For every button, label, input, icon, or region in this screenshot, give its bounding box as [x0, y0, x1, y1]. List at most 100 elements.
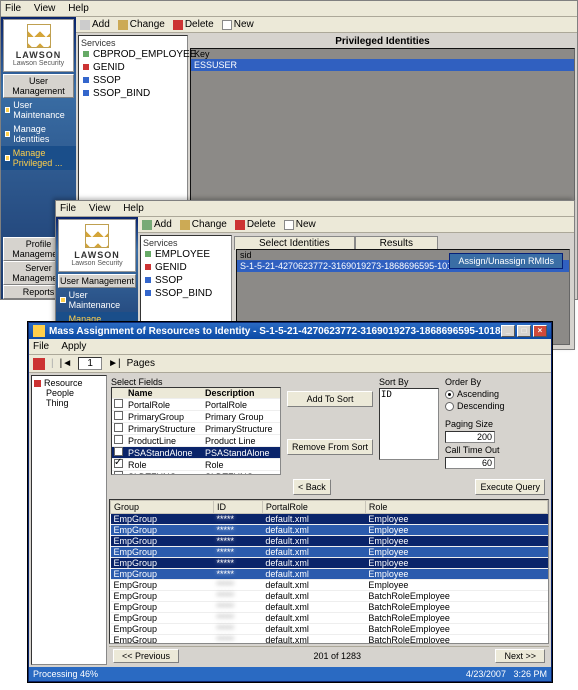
toolbar-add[interactable]: Add	[142, 219, 172, 230]
field-row[interactable]: SLDTFUNCSLDTFUNC	[112, 471, 280, 476]
grid-row[interactable]: EmpGroup*****default.xmlBatchRoleEmploye…	[111, 602, 548, 613]
sidebar-item-user-maintenance[interactable]: User Maintenance	[56, 288, 138, 312]
sidebar-group-user-mgmt[interactable]: User Management	[58, 274, 136, 288]
key-row[interactable]: ESSUSER	[191, 59, 574, 71]
toolbar: Add Change Delete New	[76, 17, 577, 33]
execute-query-button[interactable]: Execute Query	[475, 479, 545, 495]
radio-icon	[445, 402, 454, 411]
field-name: PortalRole	[126, 399, 203, 411]
toolbar-new[interactable]: New	[222, 19, 254, 30]
back-button[interactable]: < Back	[293, 479, 331, 495]
grid-row[interactable]: EmpGroup*****default.xmlBatchRoleEmploye…	[111, 591, 548, 602]
grid-row[interactable]: EmpGroup*****default.xmlEmployee	[111, 514, 548, 525]
tree-item[interactable]: SSOP_BIND	[81, 87, 185, 100]
checkbox[interactable]	[114, 459, 123, 468]
menu-view[interactable]: View	[89, 203, 111, 214]
col-id[interactable]: ID	[214, 501, 263, 514]
close-button[interactable]: ×	[533, 325, 547, 337]
grid-row[interactable]: EmpGroup*****default.xmlEmployee	[111, 536, 548, 547]
maximize-button[interactable]: □	[517, 325, 531, 337]
col-group[interactable]: Group	[111, 501, 214, 514]
tree-item[interactable]: GENID	[81, 61, 185, 74]
tree-item[interactable]: SSOP	[81, 74, 185, 87]
grid-row[interactable]: EmpGroup*****default.xmlBatchRoleEmploye…	[111, 635, 548, 645]
col-portal[interactable]: PortalRole	[262, 501, 365, 514]
first-page-icon[interactable]: |◄	[60, 358, 73, 369]
toolbar-delete[interactable]: Delete	[235, 219, 276, 230]
tree-item-thing[interactable]: Thing	[34, 398, 104, 408]
menu-file[interactable]: File	[5, 3, 21, 14]
titlebar[interactable]: Mass Assignment of Resources to Identity…	[29, 323, 551, 339]
field-row[interactable]: RoleRole	[112, 459, 280, 471]
tree-item[interactable]: SSOP	[143, 274, 229, 287]
grid-row[interactable]: EmpGroup*****default.xmlEmployee	[111, 569, 548, 580]
tree-item[interactable]: GENID	[143, 261, 229, 274]
cell-portal: default.xml	[262, 547, 365, 558]
toolbar-new[interactable]: New	[284, 219, 316, 230]
grid-row[interactable]: EmpGroup*****default.xmlBatchRoleEmploye…	[111, 613, 548, 624]
grid-row[interactable]: EmpGroup*****default.xmlEmployee	[111, 547, 548, 558]
checkbox[interactable]	[114, 411, 123, 420]
next-page-button[interactable]: Next >>	[495, 649, 545, 663]
tab-select-identities[interactable]: Select Identities	[234, 236, 355, 250]
resource-tree[interactable]: Resource People Thing	[31, 375, 107, 665]
grid-row[interactable]: EmpGroup*****default.xmlEmployee	[111, 580, 548, 591]
pencil-icon	[118, 20, 128, 30]
last-page-icon[interactable]: ►|	[108, 358, 121, 369]
people-icon[interactable]	[33, 358, 45, 370]
menu-apply[interactable]: Apply	[61, 341, 86, 352]
status-time: 3:26 PM	[513, 669, 547, 679]
remove-from-sort-button[interactable]: Remove From Sort	[287, 439, 373, 455]
results-grid[interactable]: Group ID PortalRole Role EmpGroup*****de…	[109, 499, 549, 644]
col-role[interactable]: Role	[365, 501, 547, 514]
sidebar-item-manage-identities[interactable]: Manage Identities	[1, 122, 76, 146]
toolbar-change[interactable]: Change	[180, 219, 227, 230]
minimize-button[interactable]: _	[501, 325, 515, 337]
status-bar: Processing 46% 4/23/2007 3:26 PM	[29, 667, 551, 681]
checkbox[interactable]	[114, 447, 123, 456]
sidebar-item-manage-privileged[interactable]: Manage Privileged ...	[1, 146, 76, 170]
cell-id: *****	[214, 525, 263, 536]
prev-page-button[interactable]: << Previous	[113, 649, 179, 663]
field-row[interactable]: ProductLineProduct Line	[112, 435, 280, 447]
checkbox[interactable]	[114, 435, 123, 444]
tree-item[interactable]: CBPROD_EMPLOYEE	[81, 48, 185, 61]
grid-row[interactable]: EmpGroup*****default.xmlEmployee	[111, 558, 548, 569]
menu-file[interactable]: File	[33, 341, 49, 352]
cell-id: *****	[214, 602, 263, 613]
tab-results[interactable]: Results	[355, 236, 438, 250]
order-by-label: Order By	[445, 377, 505, 387]
field-row[interactable]: PortalRolePortalRole	[112, 399, 280, 411]
add-to-sort-button[interactable]: Add To Sort	[287, 391, 373, 407]
fields-list[interactable]: NameDescription PortalRolePortalRolePrim…	[111, 387, 281, 475]
checkbox[interactable]	[114, 471, 123, 475]
sidebar-group-user-mgmt[interactable]: User Management	[3, 74, 74, 98]
toolbar-add[interactable]: Add	[80, 19, 110, 30]
menu-help[interactable]: Help	[123, 203, 144, 214]
tree-item[interactable]: EMPLOYEE	[143, 248, 229, 261]
paging-size-input[interactable]	[445, 431, 495, 443]
grid-row[interactable]: EmpGroup*****default.xmlEmployee	[111, 525, 548, 536]
menu-file[interactable]: File	[60, 203, 76, 214]
order-ascending[interactable]: Ascending	[445, 389, 505, 399]
checkbox[interactable]	[114, 423, 123, 432]
call-timeout-input[interactable]	[445, 457, 495, 469]
field-row[interactable]: PSAStandAlonePSAStandAlone	[112, 447, 280, 459]
field-row[interactable]: PrimaryGroupPrimary Group	[112, 411, 280, 423]
tree-item-people[interactable]: People	[34, 388, 104, 398]
toolbar-change[interactable]: Change	[118, 19, 165, 30]
tree-root[interactable]: Resource	[34, 378, 104, 388]
assign-unassign-button[interactable]: Assign/Unassign RMIds	[449, 253, 563, 269]
toolbar-delete[interactable]: Delete	[173, 19, 214, 30]
menu-view[interactable]: View	[34, 3, 56, 14]
menu-help[interactable]: Help	[68, 3, 89, 14]
sort-by-list[interactable]: ID	[379, 388, 439, 460]
checkbox[interactable]	[114, 399, 123, 408]
field-row[interactable]: PrimaryStructurePrimaryStructure	[112, 423, 280, 435]
tree-item[interactable]: SSOP_BIND	[143, 287, 229, 300]
order-descending[interactable]: Descending	[445, 401, 505, 411]
page-input[interactable]: 1	[78, 357, 102, 370]
cell-group: EmpGroup	[111, 514, 214, 525]
sidebar-item-user-maintenance[interactable]: User Maintenance	[1, 98, 76, 122]
grid-row[interactable]: EmpGroup*****default.xmlBatchRoleEmploye…	[111, 624, 548, 635]
